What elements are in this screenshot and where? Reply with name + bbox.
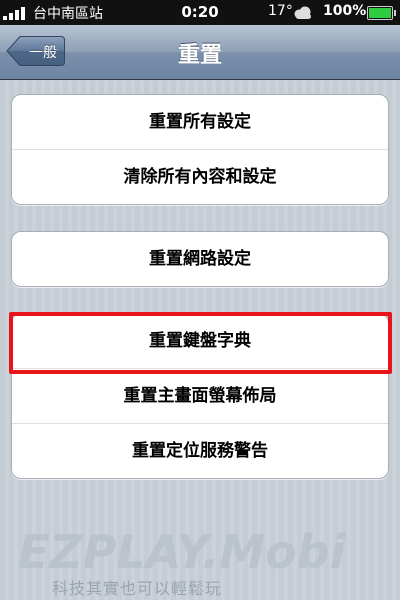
reset-home-layout-cell[interactable]: 重置主畫面螢幕佈局 — [12, 368, 388, 423]
watermark: EZPLAY.Mobi 科技其實也可以輕鬆玩 — [0, 520, 400, 600]
battery-icon — [367, 6, 396, 20]
cloud-icon — [294, 6, 311, 19]
watermark-logo-text: EZPLAY.Mobi — [18, 525, 347, 579]
watermark-slogan: 科技其實也可以輕鬆玩 — [52, 579, 223, 598]
watermark-logo: EZPLAY.Mobi — [18, 525, 347, 579]
navigation-bar: 一般 重置 — [0, 25, 400, 80]
temperature: 17° — [268, 3, 293, 19]
reset-network-settings-cell[interactable]: 重置網路設定 — [12, 232, 388, 286]
page-title: 重置 — [177, 43, 222, 68]
reset-group-2: 重置網路設定 — [11, 231, 389, 287]
status-bar: 台中南區站 0:20 17° 100% — [0, 0, 400, 25]
erase-all-content-cell[interactable]: 清除所有內容和設定 — [12, 149, 388, 204]
reset-all-settings-cell[interactable]: 重置所有設定 — [12, 95, 388, 149]
reset-group-1: 重置所有設定 清除所有內容和設定 — [11, 94, 389, 205]
reset-location-warnings-cell[interactable]: 重置定位服務警告 — [12, 423, 388, 478]
reset-group-3: 重置鍵盤字典 重置主畫面螢幕佈局 重置定位服務警告 — [11, 313, 389, 479]
battery-percent: 100% — [323, 3, 367, 19]
reset-keyboard-dictionary-cell[interactable]: 重置鍵盤字典 — [12, 314, 388, 368]
